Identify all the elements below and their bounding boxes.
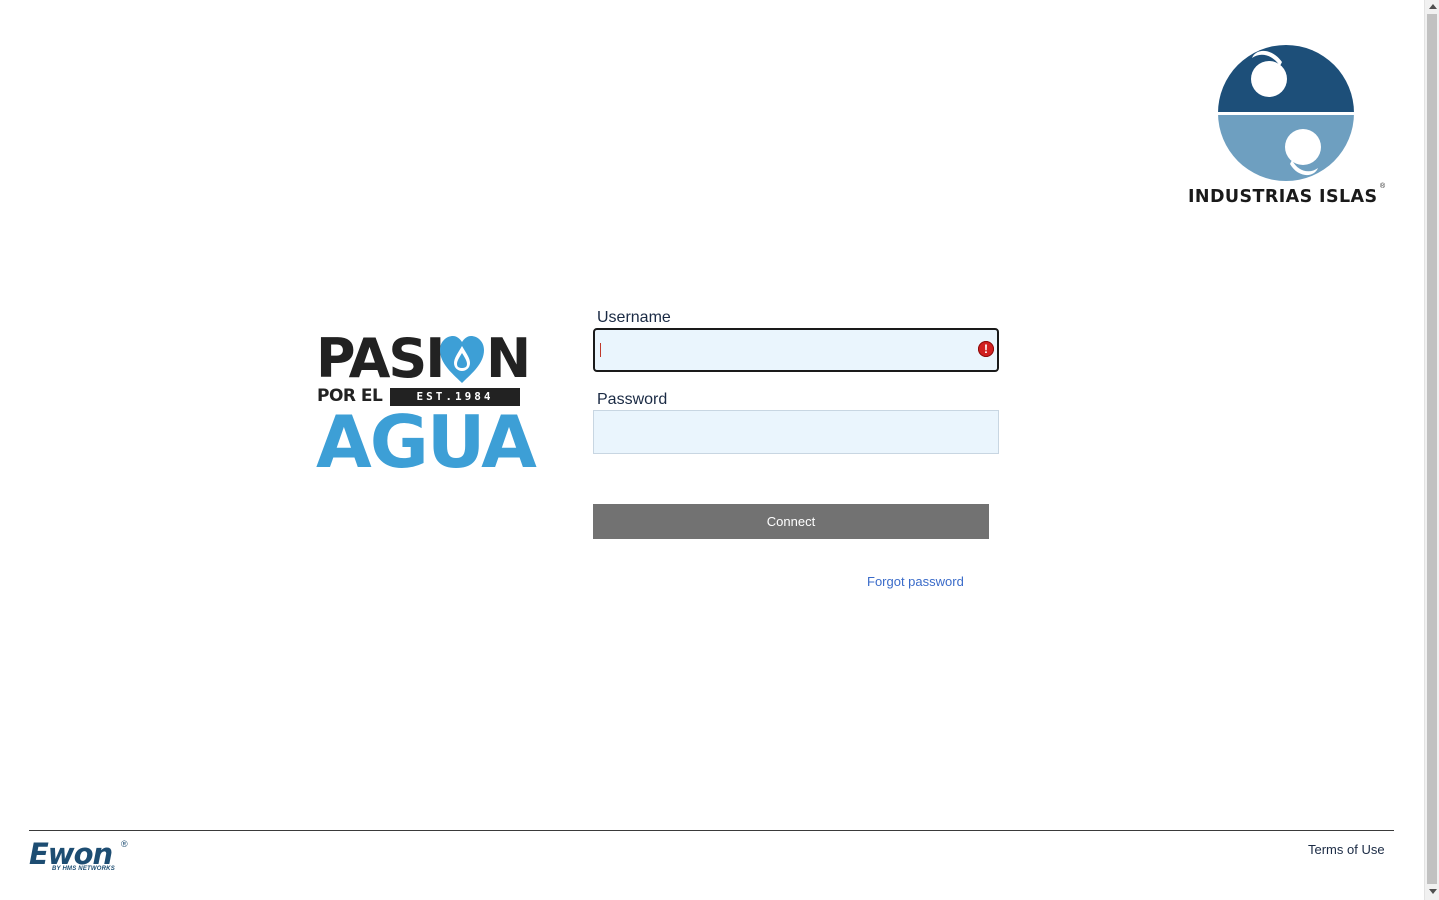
ewon-logo: Ewon ® BY HMS NETWORKS — [29, 838, 139, 878]
scroll-up-arrow-icon[interactable] — [1429, 4, 1437, 9]
campaign-line1-end: N — [486, 327, 532, 390]
password-label: Password — [597, 391, 668, 408]
brand-name: INDUSTRIAS ISLAS — [1188, 187, 1378, 207]
water-drop-heart-icon — [440, 336, 484, 383]
forgot-password-link[interactable]: Forgot password — [867, 574, 964, 589]
vertical-scrollbar[interactable] — [1424, 0, 1439, 900]
ewon-logo-subtitle: BY HMS NETWORKS — [52, 866, 115, 872]
password-input[interactable] — [593, 410, 999, 454]
brand-registered-mark: ® — [1380, 183, 1386, 190]
username-label: Username — [597, 309, 671, 326]
campaign-line3: AGUA — [316, 400, 537, 484]
connect-button[interactable]: Connect — [593, 504, 989, 539]
ewon-registered-mark: ® — [121, 839, 128, 849]
username-input[interactable] — [593, 328, 999, 372]
text-caret — [600, 343, 601, 357]
industrias-islas-logo-icon — [1218, 45, 1354, 181]
campaign-logo: PASI N POR EL EST.1984 AGUA — [316, 327, 537, 479]
error-exclamation-icon: ! — [978, 341, 994, 357]
terms-of-use-link[interactable]: Terms of Use — [1308, 842, 1385, 857]
campaign-line1: PASI — [316, 327, 445, 390]
footer-divider — [29, 830, 1394, 831]
scrollbar-thumb[interactable] — [1427, 14, 1437, 884]
scroll-down-arrow-icon[interactable] — [1429, 889, 1437, 894]
